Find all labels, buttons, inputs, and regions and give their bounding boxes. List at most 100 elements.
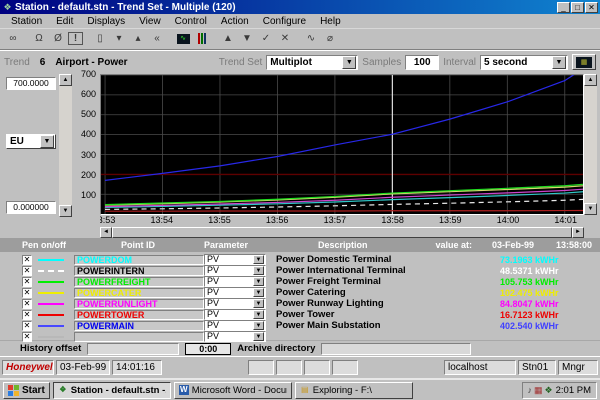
menu-control[interactable]: Control [168, 15, 214, 28]
menu-station[interactable]: Station [4, 15, 49, 28]
pen-checkbox[interactable]: ✕ [22, 321, 32, 331]
taskbar-task-word[interactable]: WMicrosoft Word - Document5 [174, 382, 292, 399]
page-icon[interactable]: ▯ [91, 31, 109, 47]
point-id-cell[interactable]: POWERMAIN [74, 321, 204, 331]
menu-configure[interactable]: Configure [256, 15, 313, 28]
page-down-icon[interactable]: ▾ [110, 31, 128, 47]
taskbar-task-station[interactable]: ❖Station - default.stn -... [53, 382, 171, 399]
station-connect-icon[interactable]: ∞ [4, 31, 22, 47]
point-value: 84.8047 kWHr [500, 299, 600, 309]
parameter-select[interactable]: PV▼ [204, 254, 266, 265]
point-description: Power Runway Lighting [276, 298, 500, 309]
pen-checkbox[interactable]: ✕ [22, 332, 32, 342]
volume-icon[interactable]: ♪ [528, 385, 533, 395]
raise-icon[interactable]: ▲ [219, 31, 237, 47]
pen-checkbox[interactable]: ✕ [22, 277, 32, 287]
alarm-summary-icon[interactable]: ! [68, 32, 83, 45]
page-up-icon[interactable]: ▴ [129, 31, 147, 47]
scroll-left-icon[interactable]: ◄ [100, 227, 112, 238]
alarm-ack-icon[interactable]: Ω [30, 31, 48, 47]
scale-scrollbar[interactable]: ▲ ▼ [59, 74, 72, 217]
pen-checkbox[interactable]: ✕ [22, 299, 32, 309]
scroll-up-icon[interactable]: ▲ [584, 74, 597, 86]
chevron-down-icon[interactable]: ▼ [253, 266, 264, 275]
chevron-down-icon[interactable]: ▼ [253, 332, 264, 341]
point-id-cell[interactable] [74, 332, 204, 342]
chevron-down-icon[interactable]: ▼ [253, 255, 264, 264]
point-id-cell[interactable]: POWERINTERN [74, 266, 204, 276]
parameter-select[interactable]: PV▼ [204, 276, 266, 287]
alarm-silence-icon[interactable]: Ø [49, 31, 67, 47]
parameter-select[interactable]: PV▼ [204, 287, 266, 298]
trend-set-select[interactable]: Multiplot ▼ [266, 55, 358, 70]
point-id-cell[interactable]: POWERCATER [74, 288, 204, 298]
point-id-cell[interactable]: POWERTOWER [74, 310, 204, 320]
display-icon[interactable]: ∿ [174, 31, 192, 47]
chevron-down-icon[interactable]: ▼ [253, 310, 264, 319]
pen-row: ✕POWERCATERPV▼Power Catering102.475 kWHr [0, 287, 600, 298]
pen-checkbox[interactable]: ✕ [22, 266, 32, 276]
chevron-down-icon[interactable]: ▼ [342, 56, 356, 69]
trend-display-button[interactable]: ▦ [572, 54, 596, 70]
pen-row: ✕ POWERRUNLIGHTPV▼ Power Runway Lighting84… [0, 298, 600, 309]
history-offset-input[interactable] [87, 343, 179, 355]
interval-select[interactable]: 5 second ▼ [480, 55, 568, 70]
trend-plot[interactable] [100, 74, 584, 215]
scroll-right-icon[interactable]: ► [572, 227, 584, 238]
chevron-down-icon[interactable]: ▼ [253, 277, 264, 286]
chevron-down-icon[interactable]: ▼ [253, 288, 264, 297]
parameter-select[interactable]: PV▼ [204, 309, 266, 320]
scroll-up-icon[interactable]: ▲ [59, 74, 72, 86]
parameter-select[interactable]: PV▼ [204, 320, 266, 331]
minimize-button[interactable]: _ [557, 2, 570, 13]
scroll-down-icon[interactable]: ▼ [584, 203, 597, 215]
plot-scrollbar-vertical[interactable]: ▲ ▼ [584, 74, 597, 215]
menu-displays[interactable]: Displays [80, 15, 132, 28]
plot-scrollbar-horizontal[interactable]: ◄ ► [100, 227, 584, 238]
page-back-icon[interactable]: « [148, 31, 166, 47]
lower-icon[interactable]: ▼ [238, 31, 256, 47]
plot-vscroll-track[interactable] [584, 86, 597, 203]
point-id-cell[interactable]: POWERRUNLIGHT [74, 299, 204, 309]
parameter-select[interactable]: PV▼ [204, 298, 266, 309]
point-id-cell[interactable]: POWERDOM [74, 255, 204, 265]
zoom-icon[interactable]: ⌀ [321, 31, 339, 47]
pen-checkbox[interactable]: ✕ [22, 255, 32, 265]
maximize-button[interactable]: □ [571, 2, 584, 13]
chevron-down-icon[interactable]: ▼ [253, 321, 264, 330]
chevron-down-icon[interactable]: ▼ [40, 135, 54, 148]
trend-bars-icon[interactable] [193, 31, 211, 47]
history-offset-value[interactable]: 0:00 [185, 343, 231, 355]
accept-icon[interactable]: ✓ [257, 31, 275, 47]
plot-hscroll-thumb[interactable] [112, 227, 572, 238]
scale-column: 700.0000 EU ▼ 0.000000 [3, 74, 59, 238]
scroll-down-icon[interactable]: ▼ [59, 205, 72, 217]
archive-directory-input[interactable] [321, 343, 471, 355]
trend-squiggle-icon[interactable]: ∿ [302, 31, 320, 47]
parameter-select[interactable]: PV▼ [204, 265, 266, 276]
chevron-down-icon[interactable]: ▼ [552, 56, 566, 69]
pen-checkbox[interactable]: ✕ [22, 310, 32, 320]
cancel-icon[interactable]: ✕ [276, 31, 294, 47]
menu-help[interactable]: Help [313, 15, 348, 28]
chevron-down-icon[interactable]: ▼ [253, 299, 264, 308]
samples-label: Samples [362, 57, 401, 68]
parameter-select[interactable]: PV▼ [204, 331, 266, 342]
taskbar-task-explorer[interactable]: ▤Exploring - F:\ [295, 382, 413, 399]
display-tray-icon[interactable]: ▦ [534, 385, 543, 395]
start-button[interactable]: Start [3, 382, 50, 399]
menu-edit[interactable]: Edit [49, 15, 80, 28]
point-id-cell[interactable]: POWERFREIGHT [74, 277, 204, 287]
y-tick-label: 500 [81, 109, 96, 119]
menu-action[interactable]: Action [214, 15, 256, 28]
scale-scrollbar-track[interactable] [59, 86, 72, 205]
y-tick-label: 600 [81, 89, 96, 99]
samples-input[interactable]: 100 [405, 55, 439, 70]
scale-max-input[interactable]: 700.0000 [6, 77, 56, 90]
scale-unit-select[interactable]: EU ▼ [6, 134, 56, 149]
menu-view[interactable]: View [132, 15, 168, 28]
close-button[interactable]: ✕ [585, 2, 598, 13]
station-tray-icon[interactable]: ❖ [545, 385, 553, 395]
scale-min-input[interactable]: 0.000000 [6, 201, 56, 214]
pen-checkbox[interactable]: ✕ [22, 288, 32, 298]
